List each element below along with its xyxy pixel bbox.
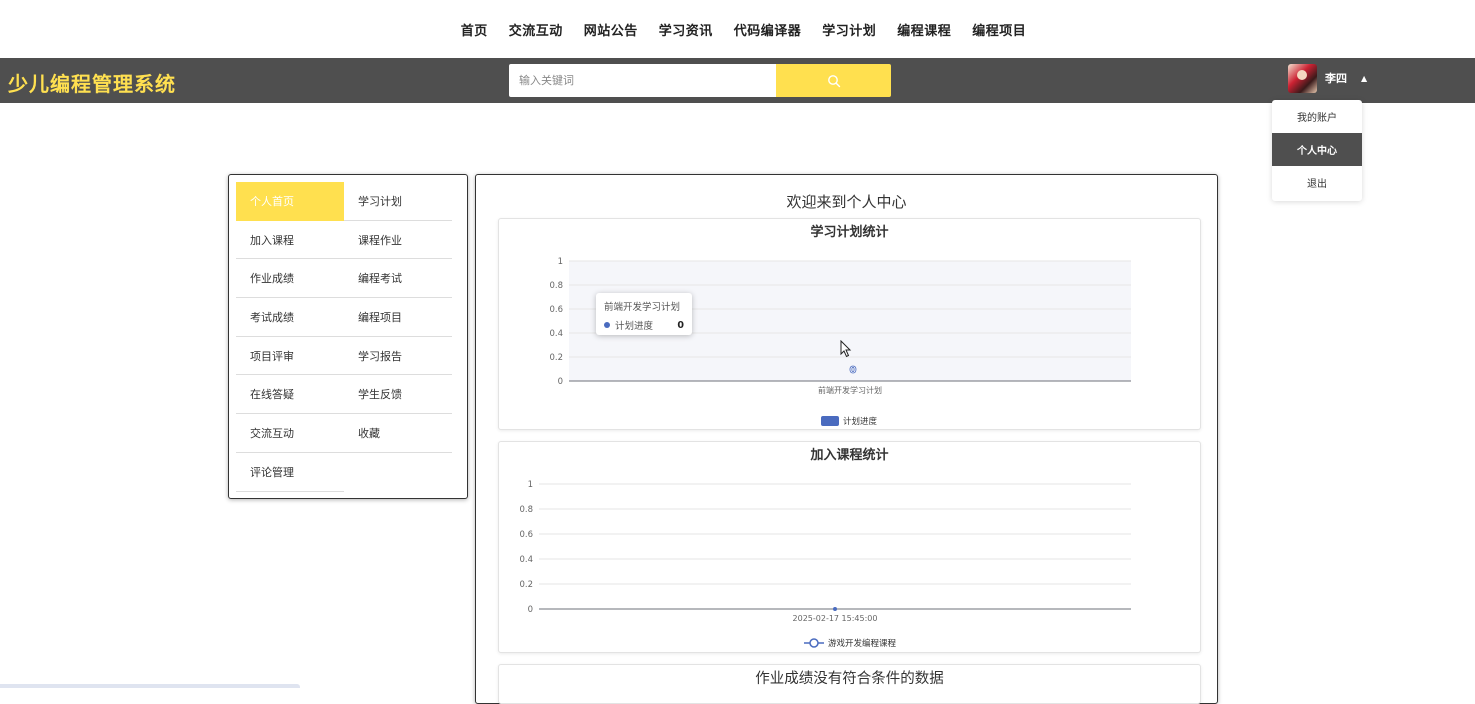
legend-swatch — [821, 416, 839, 426]
y-tick-label: 0 — [558, 377, 563, 387]
avatar — [1288, 63, 1317, 93]
chart-tooltip: 前端开发学习计划 计划进度 0 — [596, 293, 692, 335]
search-input[interactable] — [509, 64, 777, 97]
user-name: 李四 — [1325, 72, 1347, 85]
nav-item-compiler[interactable]: 代码编译器 — [734, 20, 802, 39]
x-tick-label: 前端开发学习计划 — [818, 385, 882, 395]
nav-item-announcement[interactable]: 网站公告 — [584, 20, 638, 39]
search-icon — [827, 74, 840, 87]
sidebar-item-study-report[interactable]: 学习报告 — [344, 337, 452, 376]
nav-item-study-plan[interactable]: 学习计划 — [822, 20, 876, 39]
sidebar-item-programming-exam[interactable]: 编程考试 — [344, 259, 452, 299]
legend-label: 计划进度 — [843, 416, 878, 427]
side-menu: 个人首页 学习计划 加入课程 课程作业 作业成绩 编程考试 考试成绩 编程项目 … — [228, 174, 468, 499]
page-title: 欢迎来到个人中心 — [786, 193, 907, 211]
sidebar-item-programming-project[interactable]: 编程项目 — [344, 298, 452, 337]
course-join-chart-card: 加入课程统计 1 0.8 0.6 0.4 0.2 0 2025-02-17 15:45:00… — [498, 441, 1201, 653]
nav-item-courses[interactable]: 编程课程 — [897, 20, 951, 39]
sidebar-item-student-feedback[interactable]: 学生反馈 — [344, 375, 452, 415]
tooltip-label: 计划进度 — [615, 321, 654, 332]
y-tick-label: 0.2 — [549, 353, 563, 363]
y-tick-label: 0 — [528, 605, 533, 615]
top-nav: 首页 交流互动 网站公告 学习资讯 代码编译器 学习计划 编程课程 编程项目 — [0, 0, 1475, 58]
series-dot-icon — [604, 322, 610, 328]
empty-message: 作业成绩没有符合条件的数据 — [755, 671, 944, 687]
main-panel: 欢迎来到个人中心 学习计划统计 1 0.8 0.6 0.4 0.2 0 前端开发学习计划 0 计… — [475, 174, 1218, 704]
y-tick-label: 0.6 — [519, 530, 533, 540]
nav-item-home[interactable]: 首页 — [461, 20, 488, 39]
legend-marker — [809, 638, 819, 648]
search-button[interactable] — [776, 64, 891, 97]
user-menu-toggle[interactable]: 李四 ▲ — [1288, 62, 1367, 94]
legend-label: 游戏开发编程课程 — [828, 638, 897, 649]
sidebar-item-course-homework[interactable]: 课程作业 — [344, 221, 452, 260]
line-point — [833, 607, 837, 611]
caret-up-icon: ▲ — [1361, 73, 1368, 83]
y-tick-label: 0.4 — [519, 555, 533, 565]
sidebar-item-interaction[interactable]: 交流互动 — [236, 414, 344, 453]
y-tick-label: 0.6 — [549, 305, 563, 315]
y-tick-label: 1 — [528, 480, 533, 490]
sidebar-item-homework-grades[interactable]: 作业成绩 — [236, 259, 344, 299]
sidebar-item-project-review[interactable]: 项目评审 — [236, 337, 344, 376]
y-tick-label: 1 — [558, 257, 563, 267]
y-tick-label: 0.8 — [549, 281, 563, 291]
header-bar: 少儿编程管理系统 李四 ▲ — [0, 58, 1475, 103]
course-join-chart: 1 0.8 0.6 0.4 0.2 0 2025-02-17 15:45:00 游戏开发编程课… — [519, 480, 1131, 649]
sidebar-item-favorites[interactable]: 收藏 — [344, 414, 452, 453]
dropdown-item-personal-center[interactable]: 个人中心 — [1272, 133, 1362, 166]
nav-item-projects[interactable]: 编程项目 — [972, 20, 1026, 39]
bar-data-label: 0 — [850, 365, 857, 376]
sidebar-item-exam-grades[interactable]: 考试成绩 — [236, 298, 344, 337]
homework-grades-card: 作业成绩没有符合条件的数据 — [498, 664, 1201, 704]
sidebar-item-study-plan[interactable]: 学习计划 — [344, 182, 452, 221]
y-tick-label: 0.8 — [519, 505, 533, 515]
sidebar-item-personal-home[interactable]: 个人首页 — [236, 182, 344, 221]
sidebar-item-online-qa[interactable]: 在线答疑 — [236, 375, 344, 415]
sidebar-item-join-course[interactable]: 加入课程 — [236, 221, 344, 260]
nav-item-news[interactable]: 学习资讯 — [659, 20, 713, 39]
nav-item-interaction[interactable]: 交流互动 — [509, 20, 563, 39]
study-plan-chart-card: 学习计划统计 1 0.8 0.6 0.4 0.2 0 前端开发学习计划 0 计划进度 前端开发学… — [498, 218, 1201, 430]
dropdown-item-logout[interactable]: 退出 — [1272, 166, 1362, 199]
x-tick-label: 2025-02-17 15:45:00 — [793, 614, 878, 623]
tooltip-value: 0 — [677, 319, 684, 331]
tooltip-title: 前端开发学习计划 — [604, 302, 681, 313]
y-tick-label: 0.2 — [519, 580, 533, 590]
mouse-cursor-icon — [840, 340, 852, 358]
user-dropdown: 我的账户 个人中心 退出 — [1272, 100, 1362, 201]
scroll-indicator — [0, 684, 300, 688]
y-tick-label: 0.4 — [549, 329, 563, 339]
site-title: 少儿编程管理系统 — [8, 72, 176, 96]
sidebar-item-comment-management[interactable]: 评论管理 — [236, 453, 344, 492]
dropdown-item-my-account[interactable]: 我的账户 — [1272, 100, 1362, 133]
